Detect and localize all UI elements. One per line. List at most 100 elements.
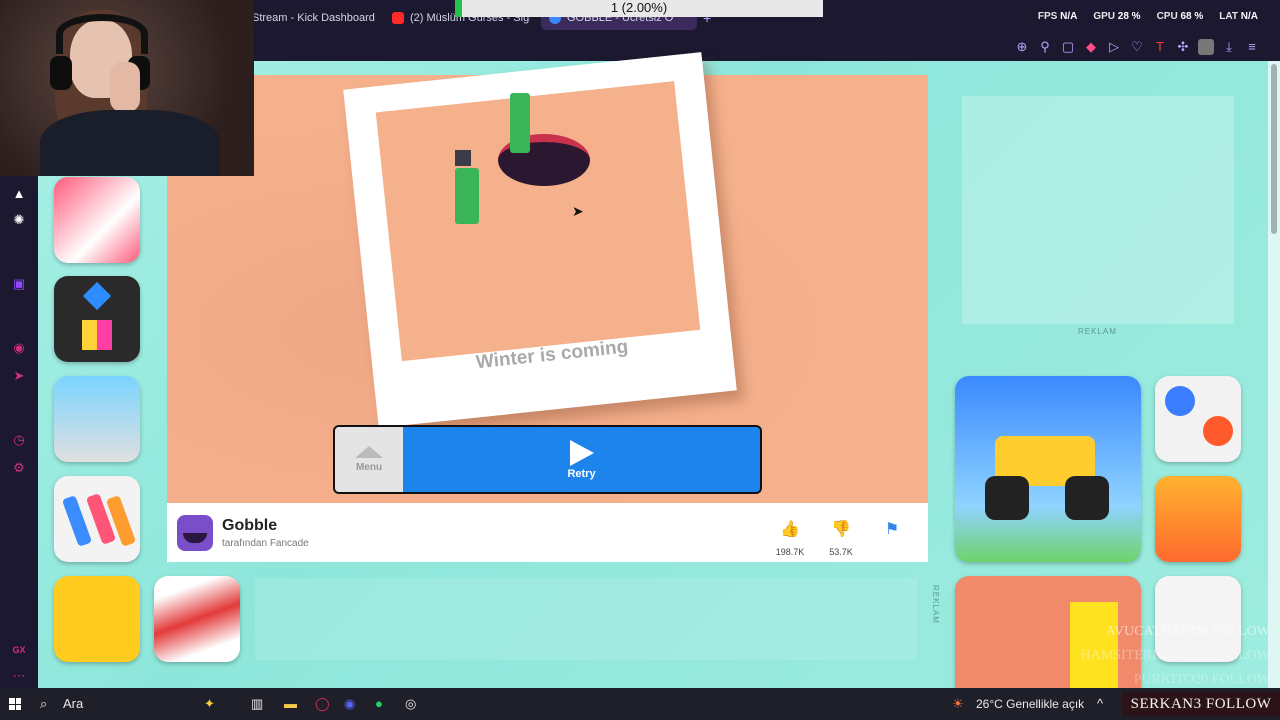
diamond-art <box>82 281 112 311</box>
scrollbar-thumb[interactable] <box>1271 64 1277 234</box>
headset-art <box>56 14 148 54</box>
profile-icon[interactable] <box>1198 39 1214 55</box>
play-icon[interactable]: ▷ <box>1106 39 1122 55</box>
twitch-icon[interactable]: ▣ <box>11 276 27 292</box>
chatgpt-icon[interactable]: ✺ <box>11 212 27 228</box>
taskbar-search[interactable]: Ara <box>63 696 83 712</box>
game-info-bar: Gobble tarafından Fancade 👍 198.7K 👎 53.… <box>167 503 928 562</box>
youtube-icon <box>392 12 404 24</box>
follow-alert: PURKITO20 FOLLOW <box>1133 672 1270 687</box>
aria-icon[interactable]: ▲ <box>11 186 27 202</box>
windows-start-icon[interactable] <box>9 698 21 710</box>
like-count: 198.7K <box>775 547 805 557</box>
progress-readout: 1 (2.00%) <box>455 0 823 17</box>
zoom-in-icon[interactable]: ⊕ <box>1014 39 1030 55</box>
blob-art <box>1165 386 1195 416</box>
file-explorer-icon[interactable]: ▬ <box>284 696 297 712</box>
game-thumbnail[interactable] <box>1155 476 1241 562</box>
obs-icon[interactable]: ◎ <box>405 696 416 712</box>
gx-icon[interactable]: GX <box>11 642 27 658</box>
streamer-body <box>40 110 220 176</box>
game-thumbnail[interactable] <box>54 376 140 462</box>
heart-icon[interactable]: ♡ <box>1129 39 1145 55</box>
spotify-icon[interactable]: ● <box>375 696 383 712</box>
tray-chevron-icon[interactable]: ^ <box>1097 696 1103 712</box>
blocks-art <box>82 320 112 350</box>
ad-slot[interactable] <box>962 96 1234 324</box>
follow-alert: HAMSITERBIVIGISI FOLLOW <box>1080 648 1270 663</box>
screenshot-icon[interactable]: ▢ <box>1060 39 1076 55</box>
dislike-button[interactable]: 👎 53.7K <box>821 521 861 557</box>
game-thumbnail[interactable] <box>955 376 1141 562</box>
game-over-card: Winter is coming <box>343 52 737 428</box>
webcam-overlay <box>0 0 254 176</box>
windows-taskbar: ⌕ Ara ✦ ▥ ▬ ◯ ◉ ● ◎ ☀ 26°C Genellikle aç… <box>0 688 1280 720</box>
home-icon <box>355 446 383 458</box>
game-thumbnail[interactable] <box>154 576 240 662</box>
more-icon[interactable]: ⋯ <box>11 668 27 684</box>
ad-label: REKLAM <box>1078 327 1117 336</box>
discord-icon[interactable]: ◉ <box>344 696 355 712</box>
retry-button[interactable]: Retry <box>403 427 760 492</box>
download-icon[interactable]: ⤓ <box>1221 39 1237 55</box>
game-publisher[interactable]: tarafından Fancade <box>222 538 309 549</box>
weather-text[interactable]: 26°C Genellikle açık <box>976 696 1084 712</box>
stat-lat: LAT N/A <box>1219 11 1258 22</box>
blob-art <box>1203 416 1233 446</box>
task-view-icon[interactable]: ▥ <box>251 696 263 712</box>
retry-label: Retry <box>567 467 596 480</box>
browser-toolbar: ⊕ ⚲ ▢ ◆ ▷ ♡ T ✣ ⤓ ≡ <box>255 36 1280 61</box>
play-icon <box>569 439 594 466</box>
puzzle-icon[interactable]: ✣ <box>1175 39 1191 55</box>
ad-label: REKLAM <box>930 585 940 624</box>
follow-alert-banner: SERKAN3 FOLLOW <box>1122 692 1280 716</box>
stat-gpu: GPU 28 % <box>1093 11 1141 22</box>
search-icon[interactable]: ⌕ <box>40 696 47 712</box>
mouse-cursor: ➤ <box>572 203 584 219</box>
card-picture <box>375 81 701 362</box>
browser-sidebar: ▲ ✺ ▣ ◉ ➤ ◷ ⚙ GX ⋯ <box>0 176 38 688</box>
streamer-hand <box>110 62 140 112</box>
copilot-icon[interactable]: ✦ <box>204 696 215 712</box>
wheel-art <box>1065 476 1109 520</box>
menu-button[interactable]: Menu <box>335 427 403 492</box>
flag-icon: ⚑ <box>884 521 900 538</box>
menu-label: Menu <box>355 462 383 473</box>
settings-icon[interactable]: ⚙ <box>11 460 27 476</box>
dislike-count: 53.7K <box>829 547 853 557</box>
extension-icon[interactable]: T <box>1152 39 1168 55</box>
stat-cpu: CPU 68 % <box>1156 11 1204 22</box>
spotify-icon[interactable]: ◉ <box>11 340 27 356</box>
send-icon[interactable]: ➤ <box>11 368 27 384</box>
weather-icon: ☀ <box>952 696 964 711</box>
stat-fps: FPS N/A <box>1037 11 1078 22</box>
person-art <box>455 150 471 166</box>
gobble-logo-icon[interactable] <box>177 515 213 551</box>
game-thumbnail[interactable] <box>1155 376 1241 462</box>
game-thumbnail[interactable] <box>54 177 140 263</box>
headset-ear <box>50 56 72 90</box>
game-over-buttons: Menu Retry <box>333 425 762 494</box>
pin-icon[interactable]: ⚲ <box>1037 39 1053 55</box>
report-button[interactable]: ⚑ <box>872 521 912 539</box>
cactus-art <box>455 168 479 224</box>
tab-kick-dashboard[interactable]: Stream - Kick Dashboard <box>252 6 377 30</box>
shield-icon[interactable]: ◆ <box>1083 39 1099 55</box>
opera-gx-icon[interactable]: ◯ <box>315 696 330 712</box>
follow-alert: AVUCATHANIM FOLLOW <box>1105 624 1270 639</box>
game-thumbnail[interactable] <box>54 276 140 362</box>
history-icon[interactable]: ◷ <box>11 432 27 448</box>
like-button[interactable]: 👍 198.7K <box>770 521 810 557</box>
progress-fill <box>455 0 463 17</box>
game-title: Gobble <box>222 517 278 534</box>
game-thumbnail[interactable] <box>54 576 140 662</box>
tab-label: Stream - Kick Dashboard <box>252 12 375 24</box>
perf-stats: FPS N/A GPU 28 % CPU 68 % LAT N/A <box>1038 11 1258 22</box>
thumbs-up-icon: 👍 <box>780 521 800 538</box>
wheel-art <box>985 476 1029 520</box>
menu-icon[interactable]: ≡ <box>1244 39 1260 55</box>
block-art <box>1070 602 1118 688</box>
thumbs-down-icon: 👎 <box>831 521 851 538</box>
ad-slot[interactable] <box>255 578 917 660</box>
game-thumbnail[interactable] <box>54 476 140 562</box>
